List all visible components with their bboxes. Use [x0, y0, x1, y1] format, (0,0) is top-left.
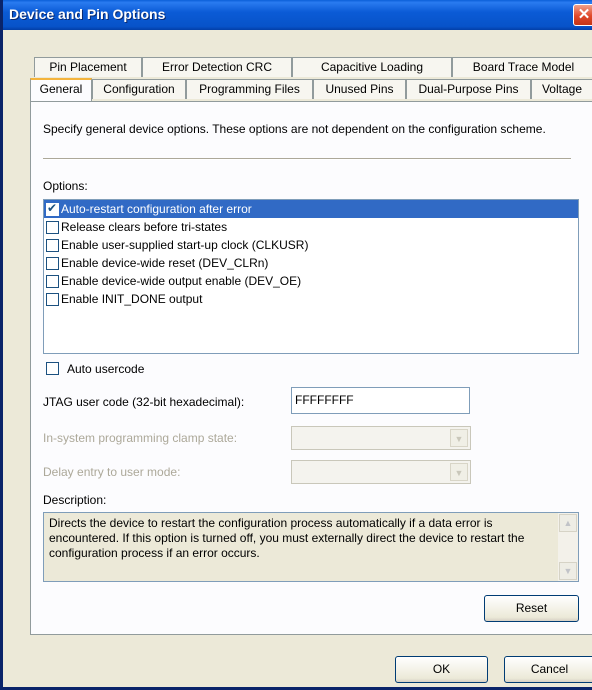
description-scrollbar[interactable]: ▲ ▼	[558, 513, 578, 581]
tab-unused-pins[interactable]: Unused Pins	[313, 79, 406, 99]
option-item[interactable]: Release clears before tri-states	[44, 218, 578, 236]
ok-button[interactable]: OK	[395, 656, 488, 683]
tab-row-back: Pin Placement Error Detection CRC Capaci…	[34, 57, 592, 79]
option-item[interactable]: Enable device-wide output enable (DEV_OE…	[44, 272, 578, 290]
tab-dual-purpose-pins[interactable]: Dual-Purpose Pins	[406, 79, 531, 99]
delay-entry-select: ▼	[291, 460, 471, 484]
checkbox[interactable]	[46, 292, 59, 306]
tab-programming-files[interactable]: Programming Files	[186, 79, 313, 99]
checkbox[interactable]	[46, 220, 59, 234]
tab-capacitive-loading[interactable]: Capacitive Loading	[292, 57, 452, 77]
window-title: Device and Pin Options	[9, 6, 166, 22]
auto-usercode-checkbox[interactable]	[46, 362, 59, 375]
scroll-down-icon[interactable]: ▼	[559, 562, 577, 580]
cancel-button[interactable]: Cancel	[504, 656, 592, 683]
checkbox[interactable]	[46, 238, 59, 252]
separator	[43, 158, 571, 160]
description-box: Directs the device to restart the config…	[43, 512, 579, 582]
tab-row-front: General Configuration Programming Files …	[30, 78, 592, 101]
jtag-user-code-input[interactable]: FFFFFFFF	[291, 387, 470, 414]
description-text: Directs the device to restart the config…	[49, 516, 525, 560]
dialog-window: Device and Pin Options ✕ Pin Placement E…	[0, 0, 592, 690]
checkbox[interactable]	[46, 274, 59, 288]
jtag-user-code-label: JTAG user code (32-bit hexadecimal):	[43, 395, 245, 409]
tab-pin-placement[interactable]: Pin Placement	[34, 57, 142, 77]
reset-button[interactable]: Reset	[484, 595, 579, 622]
scroll-up-icon[interactable]: ▲	[559, 514, 577, 532]
title-bar[interactable]: Device and Pin Options ✕	[3, 0, 592, 30]
checkbox[interactable]	[46, 201, 59, 216]
intro-text: Specify general device options. These op…	[43, 122, 546, 136]
close-button[interactable]: ✕	[573, 4, 592, 26]
option-item[interactable]: Enable INIT_DONE output	[44, 290, 578, 308]
options-label: Options:	[43, 179, 88, 193]
tab-general[interactable]: General	[30, 78, 92, 101]
option-item[interactable]: Enable user-supplied start-up clock (CLK…	[44, 236, 578, 254]
tab-configuration[interactable]: Configuration	[92, 79, 186, 99]
option-item[interactable]: Enable device-wide reset (DEV_CLRn)	[44, 254, 578, 272]
isp-clamp-select: ▼	[291, 426, 471, 450]
tab-board-trace-model[interactable]: Board Trace Model	[452, 57, 592, 77]
chevron-down-icon: ▼	[450, 463, 468, 481]
chevron-down-icon: ▼	[450, 429, 468, 447]
auto-usercode-label[interactable]: Auto usercode	[67, 362, 144, 376]
tab-voltage[interactable]: Voltage	[531, 79, 592, 99]
option-item[interactable]: Auto-restart configuration after error	[44, 200, 578, 218]
tab-error-detection-crc[interactable]: Error Detection CRC	[142, 57, 292, 77]
close-icon: ✕	[577, 6, 591, 23]
checkbox[interactable]	[46, 256, 59, 270]
description-label: Description:	[43, 493, 107, 507]
isp-clamp-label: In-system programming clamp state:	[43, 431, 238, 445]
options-listbox[interactable]: Auto-restart configuration after error R…	[43, 199, 579, 354]
delay-entry-label: Delay entry to user mode:	[43, 465, 181, 479]
